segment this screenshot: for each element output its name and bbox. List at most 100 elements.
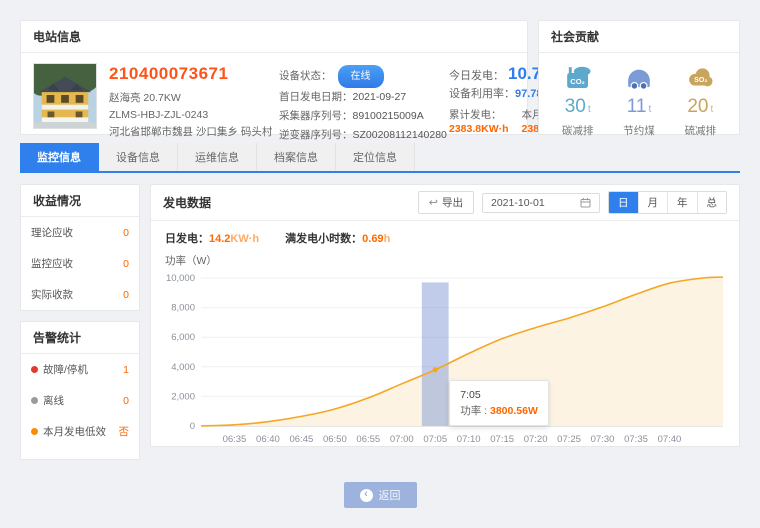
main-tab-bar: 监控信息 设备信息 运维信息 档案信息 定位信息: [20, 143, 740, 173]
alarm-panel: 告警统计 故障/停机 1 离线 0 本月发电低效 否: [20, 321, 140, 460]
fault-dot-icon: [31, 366, 38, 373]
svg-text:07:30: 07:30: [591, 434, 615, 445]
station-id: 210400073671: [109, 64, 267, 84]
alarm-row-offline: 离线 0: [21, 385, 139, 416]
station-owner: 赵海亮 20.7KW: [109, 90, 267, 107]
total-generation-label: 累计发电：: [449, 107, 509, 123]
online-status-badge: 在线: [338, 65, 384, 88]
collector-sn: 采集器序列号：89100215009A: [279, 107, 437, 126]
carbon-value: 30t: [562, 96, 594, 118]
export-button[interactable]: 导出: [418, 191, 474, 214]
svg-text:06:40: 06:40: [256, 434, 280, 445]
collector-sn-label: 采集器序列号：: [279, 110, 353, 122]
daily-generation-stat: 日发电：14.2KW·h: [165, 230, 259, 246]
svg-text:07:35: 07:35: [624, 434, 648, 445]
svg-text:07:20: 07:20: [524, 434, 548, 445]
export-label: 导出: [442, 195, 463, 210]
station-body: 210400073671 赵海亮 20.7KW ZLMS-HBJ-ZJL-024…: [21, 53, 527, 155]
revenue-row-theoretical: 理论应收 0: [21, 217, 139, 248]
y-axis-title: 功率（W）: [151, 246, 739, 268]
svg-text:SO₂: SO₂: [694, 76, 707, 84]
first-power-date: 首日发电日期：2021-09-27: [279, 88, 437, 107]
sulfur-value: 20t: [685, 96, 717, 118]
back-button-label: 返回: [379, 487, 401, 503]
svg-text:07:25: 07:25: [557, 434, 581, 445]
alarm-value: 0: [123, 395, 129, 407]
full-power-hours-value: 0.69: [362, 233, 383, 245]
today-power-label: 今日发电：: [449, 67, 504, 83]
svg-text:4,000: 4,000: [171, 362, 195, 373]
svg-text:07:00: 07:00: [390, 434, 414, 445]
revenue-label: 实际收款: [31, 287, 73, 302]
daily-generation-label: 日发电：: [165, 233, 209, 245]
chart-substats: 日发电：14.2KW·h 满发电小时数：0.69h: [151, 221, 739, 246]
carbon-label: 碳减排: [562, 123, 594, 138]
total-generation: 累计发电： 2383.8KW·h: [449, 107, 509, 135]
svg-text:06:55: 06:55: [356, 434, 380, 445]
device-status-label: 设备状态：: [279, 67, 332, 86]
tab-monitoring-info[interactable]: 监控信息: [20, 143, 99, 171]
alarm-label: 本月发电低效: [43, 424, 106, 439]
sulfur-reduction-icon: SO₂: [685, 63, 715, 93]
house-photo-illustration: [33, 63, 97, 129]
power-data-panel: 发电数据 导出 2021-10-01: [150, 184, 740, 447]
svg-text:06:50: 06:50: [323, 434, 347, 445]
coal-saving-icon: [624, 63, 654, 93]
sulfur-reduction-item: SO₂ 20t 硫减排: [685, 63, 717, 138]
revenue-value: 0: [123, 258, 129, 270]
range-year-button[interactable]: 年: [667, 192, 697, 213]
date-picker[interactable]: 2021-10-01: [482, 193, 600, 213]
coal-value: 11t: [623, 96, 655, 118]
alarm-value: 1: [123, 364, 129, 376]
svg-text:CO₂: CO₂: [570, 77, 585, 86]
inverter-sn-value: SZ00208112140280: [353, 129, 447, 141]
svg-text:07:10: 07:10: [457, 434, 481, 445]
revenue-row-monitored: 监控应收 0: [21, 248, 139, 279]
alarm-panel-title: 告警统计: [21, 322, 139, 354]
tab-archive-info[interactable]: 档案信息: [257, 143, 336, 171]
station-address: 河北省邯郸市魏县 沙口集乡 码头村: [109, 124, 267, 141]
daily-generation-value: 14.2: [209, 233, 230, 245]
daily-generation-unit: KW·h: [230, 233, 259, 245]
full-power-hours-label: 满发电小时数：: [285, 233, 362, 245]
power-chart[interactable]: 02,0004,0006,0008,00010,00006:3506:4006:…: [161, 270, 729, 450]
today-power-value: 10.7: [508, 64, 541, 84]
revenue-label: 监控应收: [31, 256, 73, 271]
total-generation-value: 2383.8KW·h: [449, 123, 509, 135]
footer: 返回: [20, 482, 740, 508]
device-status-row: 设备状态： 在线: [279, 65, 437, 88]
station-panel-title: 电站信息: [21, 21, 527, 53]
power-chart-svg[interactable]: 02,0004,0006,0008,00010,00006:3506:4006:…: [161, 270, 729, 450]
revenue-value: 0: [123, 289, 129, 301]
range-total-button[interactable]: 总: [697, 192, 727, 213]
social-contribution-panel: 社会贡献 CO₂ 30t 碳减排: [538, 20, 740, 135]
station-photo: [33, 63, 97, 145]
coal-saving-item: 11t 节约煤: [623, 63, 655, 138]
revenue-panel-title: 收益情况: [21, 185, 139, 217]
tab-device-info[interactable]: 设备信息: [99, 143, 178, 171]
tab-operation-info[interactable]: 运维信息: [178, 143, 257, 171]
svg-text:06:35: 06:35: [223, 434, 247, 445]
range-month-button[interactable]: 月: [638, 192, 668, 213]
revenue-label: 理论应收: [31, 225, 73, 240]
alarm-label: 离线: [43, 393, 64, 408]
chart-header: 发电数据 导出 2021-10-01: [151, 185, 739, 221]
calendar-icon: [580, 197, 591, 208]
inverter-sn-label: 逆变器序列号：: [279, 129, 353, 141]
sulfur-label: 硫减排: [685, 123, 717, 138]
svg-text:10,000: 10,000: [166, 273, 195, 284]
chart-title: 发电数据: [163, 194, 418, 211]
left-column: 收益情况 理论应收 0 监控应收 0 实际收款 0 告警统计 故障/停机: [20, 184, 140, 470]
full-power-hours-stat: 满发电小时数：0.69h: [285, 230, 390, 246]
social-body: CO₂ 30t 碳减排 11t 节约煤: [539, 53, 739, 138]
range-day-button[interactable]: 日: [609, 192, 638, 213]
full-power-hours-unit: h: [384, 233, 391, 245]
range-segmented-control: 日 月 年 总: [608, 191, 727, 214]
svg-text:06:45: 06:45: [289, 434, 313, 445]
tab-location-info[interactable]: 定位信息: [336, 143, 415, 171]
svg-text:07:05: 07:05: [423, 434, 447, 445]
export-icon: [429, 196, 438, 209]
svg-text:07:15: 07:15: [490, 434, 514, 445]
alarm-value: 否: [119, 424, 130, 439]
back-button[interactable]: 返回: [344, 482, 417, 508]
